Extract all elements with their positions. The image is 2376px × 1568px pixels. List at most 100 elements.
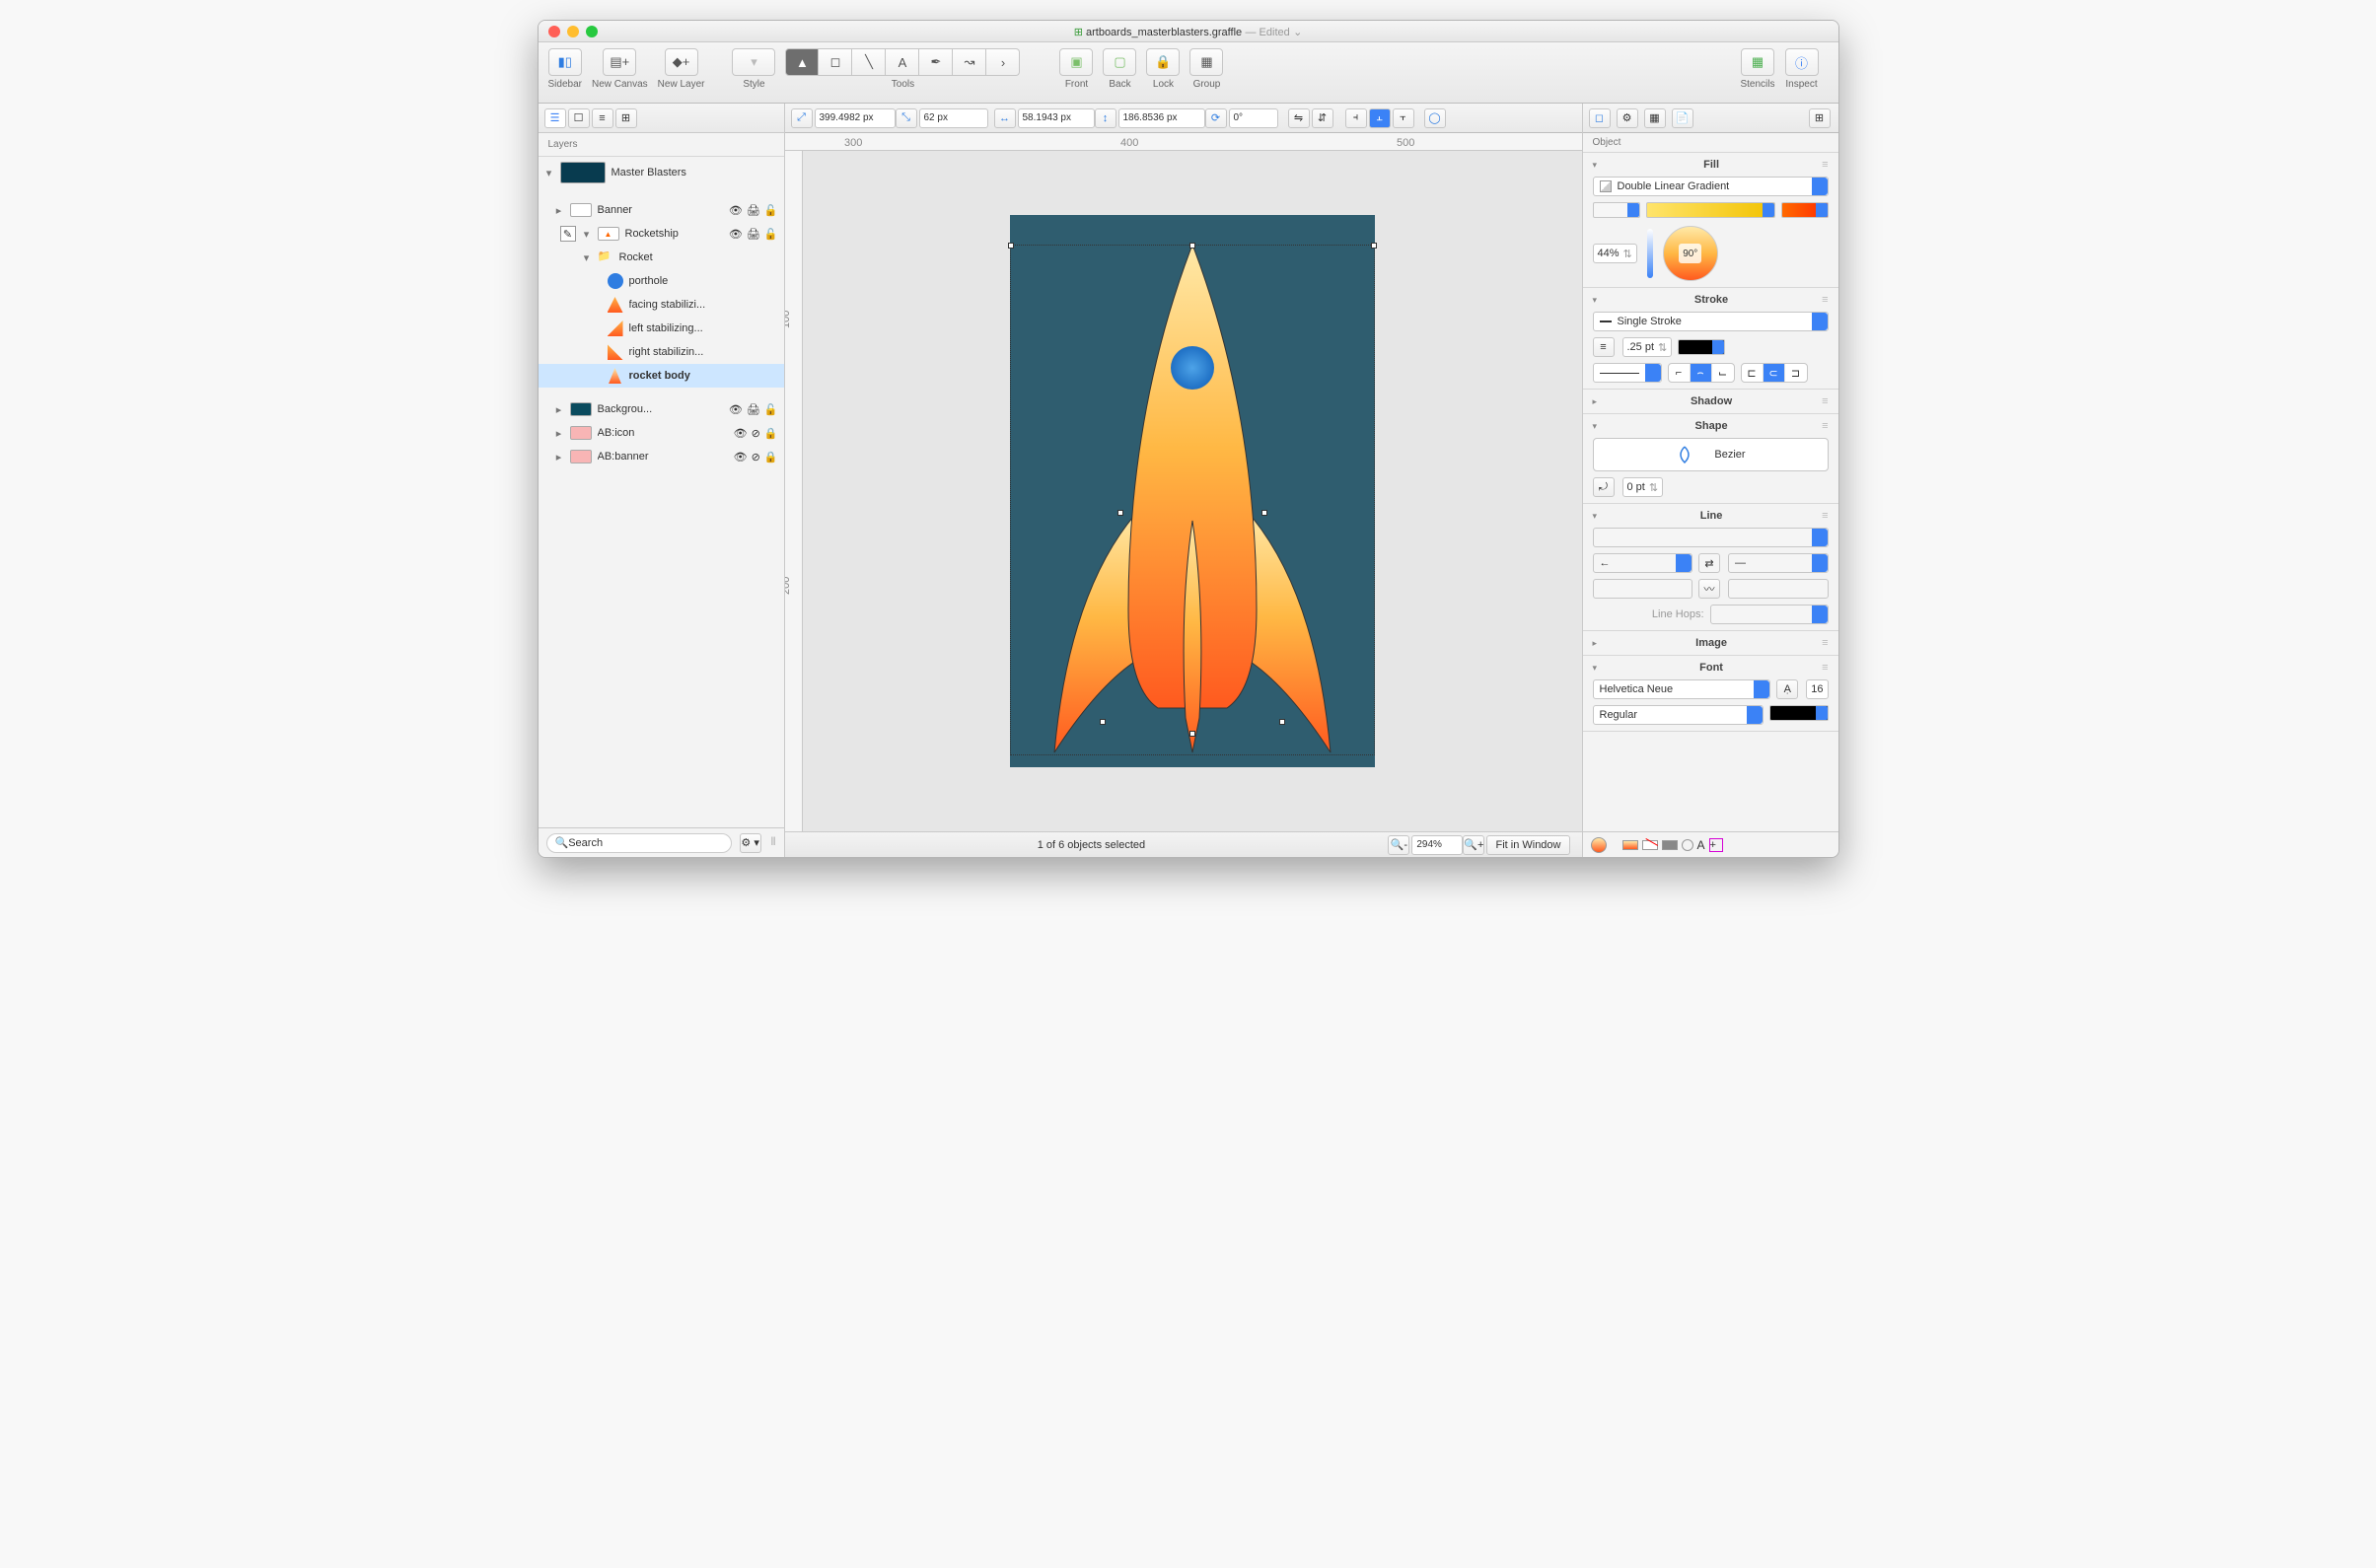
image-header[interactable]: Image≡: [1593, 637, 1829, 649]
zoom-field[interactable]: 294%: [1411, 835, 1463, 855]
align-center-button[interactable]: ⫠: [1369, 108, 1391, 128]
inspector-grid-toggle[interactable]: ⊞: [1809, 108, 1831, 128]
obj-left-fin[interactable]: left stabilizing...: [539, 317, 784, 340]
align-right-button[interactable]: ⫟: [1393, 108, 1414, 128]
bring-front-button[interactable]: ▣: [1059, 48, 1093, 76]
group-rocket[interactable]: ▾ 📁 Rocket: [539, 246, 784, 269]
obj-porthole[interactable]: porthole: [539, 269, 784, 293]
stroke-corner-seg[interactable]: ⌐⌢⌙: [1668, 363, 1735, 383]
canvas-inspector-tab[interactable]: ▦: [1644, 108, 1666, 128]
fit-window-button[interactable]: Fit in Window: [1486, 835, 1569, 855]
group-button[interactable]: ▦: [1189, 48, 1223, 76]
stroke-position[interactable]: ≡: [1593, 337, 1615, 357]
w-field[interactable]: 58.1943 px: [1018, 108, 1095, 128]
canvas-viewport[interactable]: [803, 151, 1582, 831]
stroke-swatch[interactable]: [1642, 840, 1658, 850]
lock-button[interactable]: 🔒: [1146, 48, 1180, 76]
fill-color-2[interactable]: [1646, 202, 1775, 218]
point-edit-tool[interactable]: ↝: [953, 48, 986, 76]
shape-header[interactable]: Shape≡: [1593, 420, 1829, 432]
document-title[interactable]: ⊞ artboards_masterblasters.graffle — Edi…: [1074, 25, 1303, 38]
visibility-icon[interactable]: 👁: [729, 228, 743, 241]
shape-picker[interactable]: Bezier: [1593, 438, 1829, 471]
new-layer-button[interactable]: ◆+: [665, 48, 698, 76]
y-field[interactable]: 62 px: [919, 108, 988, 128]
line-hops-dropdown[interactable]: [1710, 605, 1829, 624]
inspect-button[interactable]: ⓘ: [1785, 48, 1819, 76]
line-tool[interactable]: ╲: [852, 48, 886, 76]
layer-ab-banner[interactable]: ▸ AB:banner 👁⊘🔒: [539, 445, 784, 468]
gear-menu[interactable]: ⚙ ▾: [740, 833, 761, 853]
current-style-swatch[interactable]: [1591, 837, 1607, 853]
outline-tab[interactable]: ☐: [568, 108, 590, 128]
text-swatch[interactable]: A: [1697, 838, 1705, 852]
font-header[interactable]: Font≡: [1593, 662, 1829, 674]
new-canvas-button[interactable]: ▤+: [603, 48, 636, 76]
shape-swatch[interactable]: [1682, 839, 1693, 851]
stroke-color[interactable]: [1678, 339, 1725, 355]
x-field[interactable]: 399.4982 px: [815, 108, 896, 128]
shape-tool[interactable]: ◻: [819, 48, 852, 76]
line-swap[interactable]: ⇄: [1698, 553, 1720, 573]
layers-tab[interactable]: ☰: [544, 108, 566, 128]
sidebar-toggle-button[interactable]: ▮▯: [548, 48, 582, 76]
fill-swatch[interactable]: [1622, 840, 1638, 850]
obj-rocket-body[interactable]: rocket body: [539, 364, 784, 388]
rotation-field[interactable]: 0°: [1229, 108, 1278, 128]
fill-color-3[interactable]: [1781, 202, 1829, 218]
canvas-row[interactable]: ▾ Master Blasters: [539, 157, 784, 188]
style-tray-button[interactable]: ▾: [732, 48, 775, 76]
lock-icon[interactable]: 🔓: [764, 204, 778, 217]
zoom-in-button[interactable]: 🔍+: [1463, 835, 1484, 855]
print-icon[interactable]: 🖨: [747, 228, 760, 241]
geometry-swatch[interactable]: +: [1709, 838, 1723, 852]
flip-h-button[interactable]: ⇋: [1288, 108, 1310, 128]
gradient-midpoint[interactable]: 44%⇅: [1593, 244, 1637, 263]
flip-v-button[interactable]: ⇵: [1312, 108, 1333, 128]
close-button[interactable]: [548, 26, 560, 37]
resize-handle-icon[interactable]: ⦀: [771, 836, 776, 849]
font-color[interactable]: [1769, 705, 1829, 721]
font-panel-icon[interactable]: Ạ: [1776, 679, 1798, 699]
shape-indicator[interactable]: ◯: [1424, 108, 1446, 128]
fill-color-1[interactable]: [1593, 202, 1640, 218]
stroke-width[interactable]: .25 pt⇅: [1622, 337, 1673, 357]
stencils-button[interactable]: ▦: [1741, 48, 1774, 76]
line-head-dropdown[interactable]: —: [1728, 553, 1829, 573]
line-header[interactable]: Line≡: [1593, 510, 1829, 522]
font-family-dropdown[interactable]: Helvetica Neue: [1593, 679, 1771, 699]
send-back-button[interactable]: ▢: [1103, 48, 1136, 76]
print-icon[interactable]: 🖨: [747, 204, 760, 217]
obj-facing-fin[interactable]: facing stabilizi...: [539, 293, 784, 317]
shadow-header[interactable]: Shadow≡: [1593, 395, 1829, 407]
font-size-field[interactable]: 16: [1806, 679, 1828, 699]
expand-tools[interactable]: ›: [986, 48, 1020, 76]
text-tool[interactable]: A: [886, 48, 919, 76]
layer-rocketship[interactable]: ✎ ▾ ▲ Rocketship 👁🖨🔓: [539, 222, 784, 246]
fill-type-dropdown[interactable]: Double Linear Gradient: [1593, 177, 1829, 196]
line-type-dropdown[interactable]: [1593, 528, 1829, 547]
shadow-swatch[interactable]: [1662, 840, 1678, 850]
zoom-out-button[interactable]: 🔍-: [1388, 835, 1409, 855]
selection-tool[interactable]: ▲: [785, 48, 819, 76]
align-left-button[interactable]: ⫞: [1345, 108, 1367, 128]
document-inspector-tab[interactable]: 📄: [1672, 108, 1693, 128]
minimize-button[interactable]: [567, 26, 579, 37]
stroke-cap-seg[interactable]: ⊏⊂⊐: [1741, 363, 1808, 383]
line-tail-dropdown[interactable]: ←: [1593, 553, 1693, 573]
stroke-header[interactable]: Stroke≡: [1593, 294, 1829, 306]
layer-ab-icon[interactable]: ▸ AB:icon 👁⊘🔒: [539, 421, 784, 445]
font-weight-dropdown[interactable]: Regular: [1593, 705, 1764, 725]
line-field-1[interactable]: [1593, 579, 1693, 599]
search-input[interactable]: 🔍 Search: [546, 833, 732, 853]
properties-inspector-tab[interactable]: ⚙: [1617, 108, 1638, 128]
line-field-2[interactable]: [1728, 579, 1829, 599]
object-inspector-tab[interactable]: ◻: [1589, 108, 1611, 128]
gradient-angle-dial[interactable]: 90°: [1663, 226, 1718, 281]
gradient-slider[interactable]: [1647, 229, 1653, 278]
stroke-type-dropdown[interactable]: Single Stroke: [1593, 312, 1829, 331]
guides-tab[interactable]: ≡: [592, 108, 613, 128]
corner-radius-field[interactable]: 0 pt⇅: [1622, 477, 1664, 497]
layer-banner[interactable]: ▸ Banner 👁🖨🔓: [539, 198, 784, 222]
menu-icon[interactable]: ≡: [1822, 159, 1828, 171]
